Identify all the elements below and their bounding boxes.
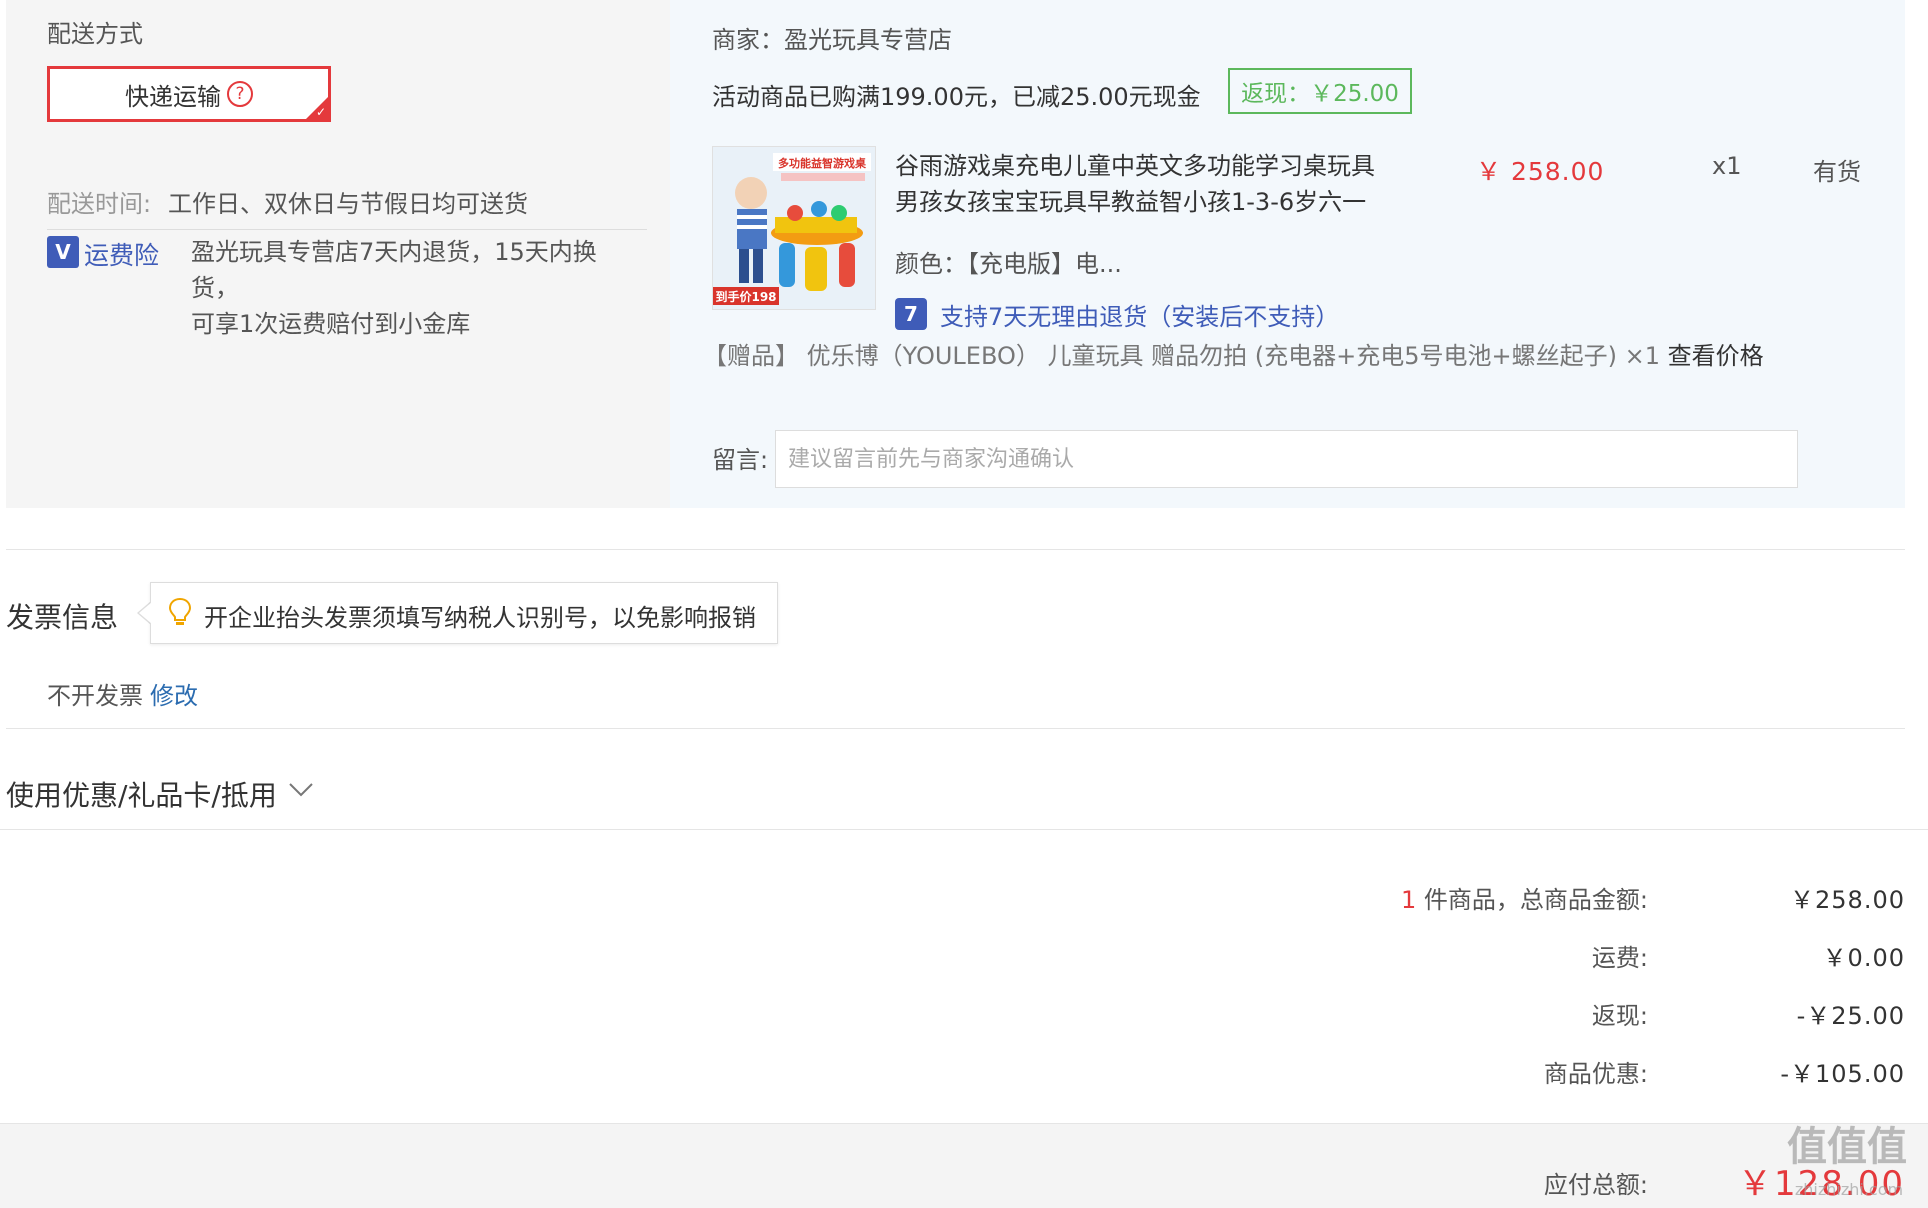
gift-description: 【赠品】 优乐博（YOULEBO） 儿童玩具 赠品勿拍 (充电器+充电5号电池+… [703, 342, 1661, 370]
shield-icon: V [47, 236, 79, 268]
invoice-status: 不开发票 [47, 682, 143, 710]
tooltip-arrow-inner [139, 602, 152, 624]
divider [0, 829, 1928, 830]
delivery-time-label: 配送时间: [47, 190, 152, 218]
shipping-fee-label: 运费: [1591, 944, 1648, 972]
seven-day-return-icon: 7 [895, 298, 927, 330]
total-payable-label: 应付总额: [1543, 1171, 1648, 1199]
chevron-down-icon[interactable] [288, 776, 314, 806]
watermark-site: zhizhizhi.com [1794, 1180, 1904, 1199]
memo-label: 留言: [712, 446, 769, 474]
help-icon[interactable]: ? [227, 81, 253, 107]
invoice-tip-text: 开企业抬头发票须填写纳税人识别号，以免影响报销 [204, 604, 756, 632]
items-total-text: 件商品，总商品金额: [1416, 886, 1648, 914]
check-icon: ✓ [315, 105, 326, 119]
product-title-line-1: 谷雨游戏桌充电儿童中英文多功能学习桌玩具 [895, 152, 1375, 180]
product-price: ￥ 258.00 [1476, 157, 1605, 186]
cashback-badge: 返现：￥25.00 [1228, 68, 1412, 114]
product-image-caption: 多功能益智游戏桌 [778, 156, 867, 170]
invoice-edit-link[interactable]: 修改 [150, 676, 198, 711]
view-price-link[interactable]: 查看价格 [1668, 342, 1764, 370]
product-thumbnail-icon: 多功能益智游戏桌 到手价198 [713, 147, 875, 309]
coupon-section-toggle[interactable]: 使用优惠/礼品卡/抵用 [6, 774, 277, 814]
return-policy-text[interactable]: 支持7天无理由退货（安装后不支持） [940, 297, 1339, 332]
product-quantity: x1 [1712, 152, 1742, 180]
product-color: 颜色：【充电版】电... [895, 250, 1122, 278]
lightbulb-icon [168, 597, 192, 627]
insurance-line-2: 可享1次运费赔付到小金库 [191, 310, 471, 338]
gift-line: 【赠品】 优乐博（YOULEBO） 儿童玩具 赠品勿拍 (充电器+充电5号电池+… [703, 336, 1764, 371]
express-shipping-option[interactable]: 快递运输 ? ✓ [47, 66, 331, 122]
cashback-value: -￥25.00 [1796, 1002, 1905, 1030]
product-title[interactable]: 谷雨游戏桌充电儿童中英文多功能学习桌玩具 男孩女孩宝宝玩具早教益智小孩1-3-6… [895, 148, 1415, 220]
items-total-label: 1 件商品，总商品金额: [1148, 880, 1648, 915]
divider [47, 229, 647, 230]
divider [6, 728, 1905, 729]
product-image[interactable]: 多功能益智游戏桌 到手价198 [712, 146, 876, 310]
promotion-text: 活动商品已购满199.00元，已减25.00元现金 [712, 83, 1201, 111]
stock-status: 有货 [1813, 158, 1861, 186]
product-image-price-tag: 到手价198 [715, 289, 776, 304]
shipping-method-label: 快递运输 [125, 82, 221, 111]
invoice-title: 发票信息 [6, 601, 119, 634]
delivery-method-title: 配送方式 [47, 20, 143, 48]
memo-input[interactable] [775, 430, 1798, 488]
shipping-fee-value: ￥0.00 [1822, 944, 1905, 972]
shipping-insurance-label[interactable]: 运费险 [84, 236, 159, 272]
item-count: 1 [1401, 886, 1417, 914]
insurance-line-1: 盈光玩具专营店7天内退货，15天内换货， [191, 238, 597, 302]
items-total-value: ￥258.00 [1790, 886, 1905, 914]
shipping-insurance-description: 盈光玩具专营店7天内退货，15天内换货， 可享1次运费赔付到小金库 [191, 234, 631, 342]
product-title-line-2: 男孩女孩宝宝玩具早教益智小孩1-3-6岁六一 [895, 188, 1367, 216]
product-discount-value: -￥105.00 [1780, 1060, 1905, 1088]
merchant-name: 商家：盈光玩具专营店 [712, 26, 952, 54]
delivery-time-value: 工作日、双休日与节假日均可送货 [168, 190, 528, 218]
product-discount-label: 商品优惠: [1543, 1060, 1648, 1088]
cashback-label: 返现: [1591, 1002, 1648, 1030]
divider [6, 549, 1905, 550]
